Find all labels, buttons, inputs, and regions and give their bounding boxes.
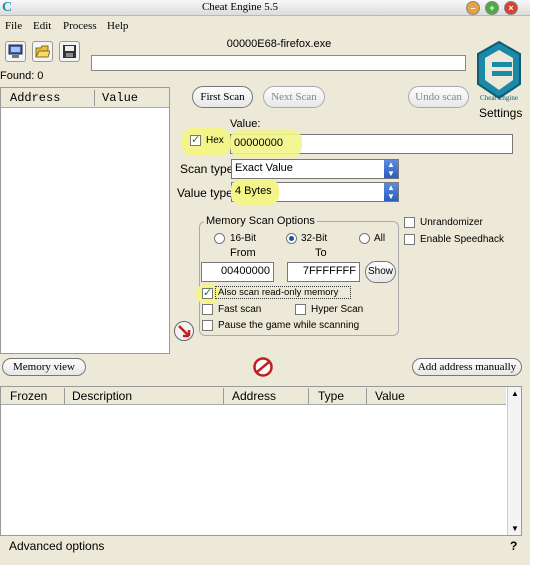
speedhack-label: Enable Speedhack [420, 234, 504, 245]
to-label: To [315, 247, 327, 259]
menu-file[interactable]: File [5, 20, 22, 32]
pause-game-label: Pause the game while scanning [218, 320, 360, 331]
fast-scan-checkbox[interactable] [202, 304, 213, 315]
chevron-updown-icon: ▲ ▼ [384, 183, 398, 201]
next-scan-button[interactable]: Next Scan [263, 86, 325, 108]
value-type-value: 4 Bytes [235, 185, 272, 197]
col-frozen[interactable]: Frozen [10, 389, 47, 403]
unrandomizer-label: Unrandomizer [420, 217, 483, 228]
process-name: 00000E68-firefox.exe [226, 38, 332, 50]
col-value[interactable]: Value [102, 91, 138, 105]
scan-progress-bar [91, 55, 466, 71]
hyper-scan-checkbox[interactable] [295, 304, 306, 315]
cheat-table-header: Frozen Description Address Type Value [1, 387, 506, 405]
computer-icon [8, 44, 23, 58]
add-address-button[interactable]: Add address manually [412, 358, 522, 376]
logo-caption: Cheat Engine [480, 94, 518, 102]
value-type-label: Value type [177, 186, 233, 200]
value-label: Value: [230, 118, 261, 130]
radio-16-bit[interactable] [214, 233, 225, 244]
chevron-updown-icon: ▲ ▼ [384, 160, 398, 178]
label-16-bit: 16-Bit [230, 233, 257, 244]
open-process-button[interactable] [5, 41, 26, 62]
from-address-input[interactable]: 00400000 [201, 262, 274, 282]
advanced-options-link[interactable]: Advanced options [9, 539, 104, 553]
folder-open-icon [35, 45, 50, 58]
radio-all[interactable] [359, 233, 370, 244]
menu-process[interactable]: Process [63, 20, 97, 32]
cheat-engine-logo[interactable]: Cheat Engine [472, 40, 526, 102]
col-address[interactable]: Address [10, 91, 60, 105]
cheat-table[interactable]: Frozen Description Address Type Value ▲ … [0, 386, 522, 536]
pause-game-checkbox[interactable] [202, 320, 213, 331]
window-title: Cheat Engine 5.5 [201, 1, 279, 13]
unrandomizer-checkbox[interactable] [404, 217, 415, 228]
menu-edit[interactable]: Edit [33, 20, 51, 32]
title-bar[interactable]: C Cheat Engine 5.5 – + × [0, 0, 530, 16]
col-type[interactable]: Type [318, 389, 344, 403]
address-list-header: Address Value [1, 88, 169, 108]
floppy-disk-icon [63, 45, 76, 58]
undo-scan-button[interactable]: Undo scan [408, 86, 469, 108]
col-value[interactable]: Value [375, 389, 405, 403]
open-file-button[interactable] [32, 41, 53, 62]
minimize-button[interactable]: – [466, 1, 480, 15]
scroll-up-icon[interactable]: ▲ [511, 389, 519, 398]
hyper-scan-label: Hyper Scan [311, 304, 364, 315]
show-button[interactable]: Show [365, 261, 396, 283]
from-label: From [230, 247, 256, 259]
pointer-scan-icon[interactable] [173, 320, 195, 342]
to-address-input[interactable]: 7FFFFFFF [287, 262, 360, 282]
found-count: Found: 0 [0, 70, 44, 82]
value-text: 00000000 [234, 137, 283, 149]
scan-type-value: Exact Value [235, 162, 293, 174]
close-button[interactable]: × [504, 1, 518, 15]
readonly-label: Also scan read-only memory [215, 286, 351, 299]
vertical-scrollbar[interactable]: ▲ ▼ [507, 387, 521, 535]
scan-type-label: Scan type [180, 162, 234, 176]
label-32-bit: 32-Bit [301, 233, 328, 244]
memory-scan-options-legend: Memory Scan Options [204, 215, 317, 227]
main-window: C Cheat Engine 5.5 – + × File Edit Proce… [0, 0, 530, 565]
label-all: All [374, 233, 386, 244]
value-type-select[interactable]: 4 Bytes ▲ ▼ [231, 179, 399, 205]
help-icon[interactable]: ? [510, 539, 517, 553]
settings-link[interactable]: Settings [479, 106, 522, 120]
scan-type-select[interactable]: Exact Value ▲ ▼ [231, 159, 399, 179]
first-scan-button[interactable]: First Scan [192, 86, 253, 108]
fast-scan-label: Fast scan [218, 304, 262, 315]
readonly-checkbox[interactable] [202, 286, 213, 299]
hex-label: Hex [206, 135, 224, 146]
col-description[interactable]: Description [72, 389, 132, 403]
radio-32-bit[interactable] [286, 233, 297, 244]
menu-help[interactable]: Help [107, 20, 128, 32]
found-address-list[interactable]: Address Value [0, 87, 170, 354]
hex-checkbox[interactable] [190, 133, 201, 146]
save-button[interactable] [59, 41, 80, 62]
no-entry-icon[interactable] [253, 357, 273, 377]
speedhack-checkbox[interactable] [404, 234, 415, 245]
col-address[interactable]: Address [232, 389, 276, 403]
scroll-down-icon[interactable]: ▼ [511, 524, 519, 533]
menu-bar: File Edit Process Help [0, 18, 530, 36]
maximize-button[interactable]: + [485, 1, 499, 15]
memory-view-button[interactable]: Memory view [2, 358, 86, 376]
